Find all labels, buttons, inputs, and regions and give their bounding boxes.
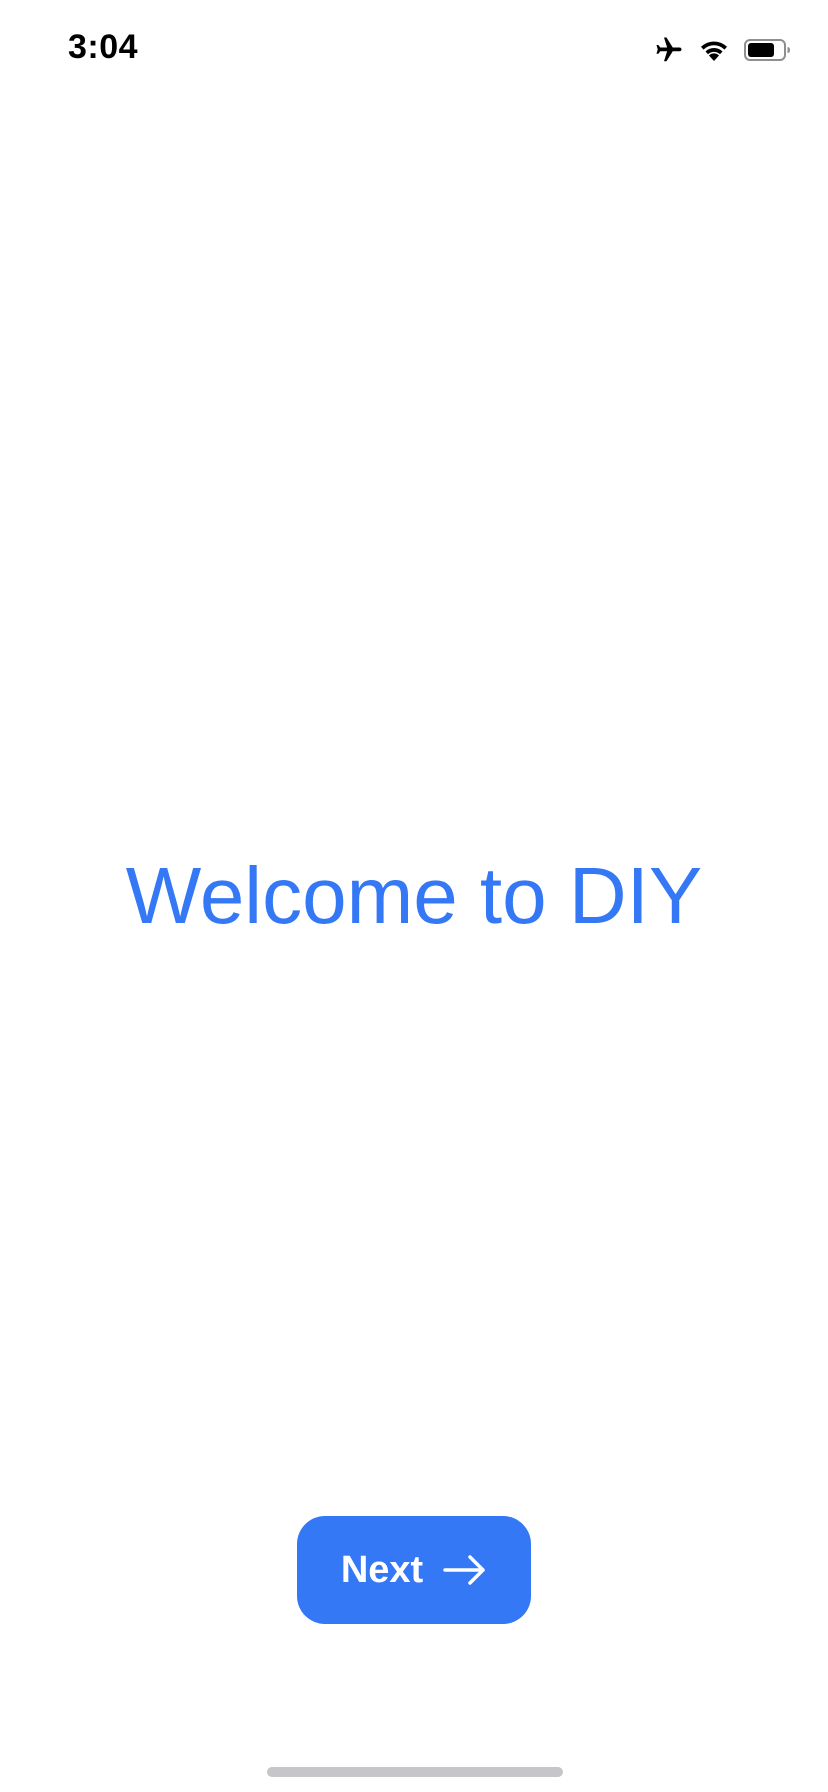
arrow-right-icon [443,1554,487,1586]
welcome-title: Welcome to DIY [125,851,703,940]
airplane-icon [654,35,684,65]
next-button[interactable]: Next [297,1516,531,1624]
status-time: 3:04 [68,28,139,66]
home-indicator[interactable] [267,1767,563,1777]
battery-icon [744,38,792,62]
status-bar: 3:04 [0,0,828,100]
wifi-icon [698,37,730,63]
status-icons [654,34,792,66]
next-button-label: Next [340,1548,424,1591]
